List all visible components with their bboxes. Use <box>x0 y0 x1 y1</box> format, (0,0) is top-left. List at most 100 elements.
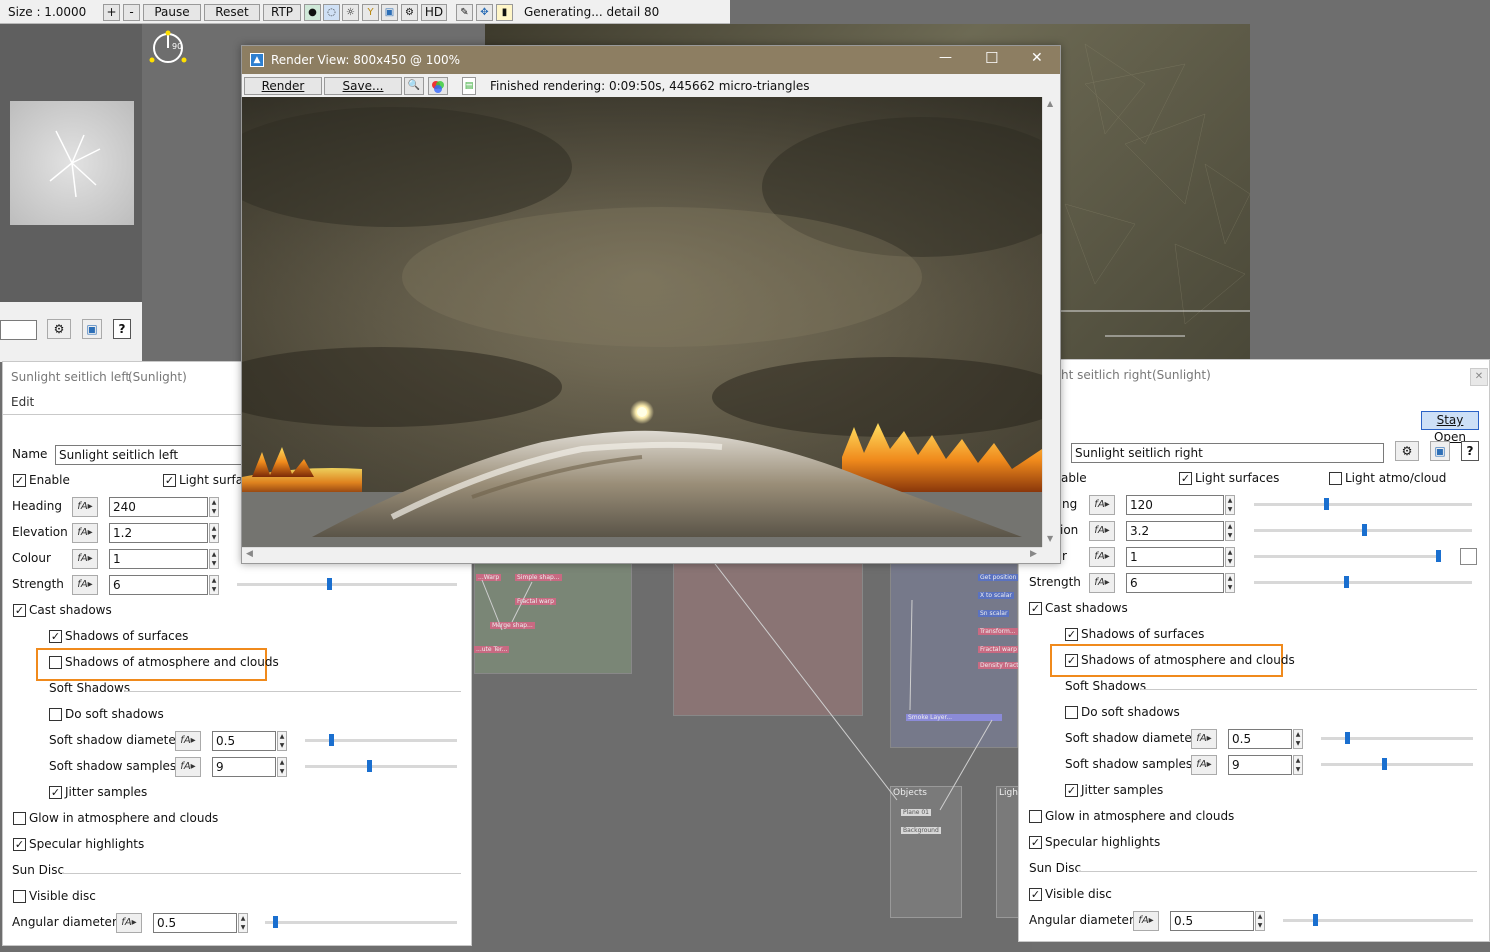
right-soft-samples-input[interactable]: 9 <box>1228 755 1292 775</box>
right-jitter-checkbox[interactable]: ✓ <box>1065 784 1078 797</box>
right-elevation-input[interactable]: 3.2 <box>1126 521 1224 541</box>
right-strength-input[interactable]: 6 <box>1126 573 1224 593</box>
colour-function-button[interactable]: fA▸ <box>72 549 98 569</box>
right-window-icon[interactable]: ▣ <box>1430 441 1450 461</box>
angular-diameter-slider-thumb[interactable] <box>272 916 278 928</box>
soft-samples-slider-thumb[interactable] <box>366 760 372 772</box>
gear-icon[interactable]: ⚙ <box>401 4 418 21</box>
compass-widget[interactable]: 90 <box>146 30 190 66</box>
right-soft-diameter-slider[interactable] <box>1321 737 1473 740</box>
horizontal-scrollbar[interactable]: ◀ ▶ <box>242 547 1042 563</box>
angular-function-button[interactable]: fA▸ <box>116 913 142 933</box>
glow-checkbox[interactable] <box>13 812 26 825</box>
colour-spinner[interactable]: ▲ ▼ <box>209 549 219 569</box>
sphere-view-icon[interactable]: ● <box>304 4 321 21</box>
right-colour-spinner[interactable]: ▲ ▼ <box>1225 547 1235 567</box>
soft-samples-input[interactable]: 9 <box>212 757 276 777</box>
right-gear-icon[interactable]: ⚙ <box>1395 441 1419 461</box>
right-soft-diameter-input[interactable]: 0.5 <box>1228 729 1292 749</box>
right-soft-diameter-function-button[interactable]: fA▸ <box>1191 729 1217 749</box>
pause-button[interactable]: Pause <box>143 4 201 21</box>
right-strength-slider-thumb[interactable] <box>1344 576 1349 588</box>
right-angular-diameter-input[interactable]: 0.5 <box>1170 911 1254 931</box>
stay-open-button[interactable]: Stay Open <box>1421 411 1479 444</box>
right-strength-spinner[interactable]: ▲ ▼ <box>1225 573 1235 593</box>
document-icon[interactable]: ▤ <box>462 77 476 95</box>
right-panel-close-icon[interactable]: ✕ <box>1470 368 1488 386</box>
specular-checkbox[interactable]: ✓ <box>13 838 26 851</box>
edit-menu[interactable]: Edit <box>11 395 34 409</box>
hd-button[interactable]: HD <box>421 4 447 21</box>
right-light-surfaces-checkbox[interactable]: ✓ <box>1179 472 1192 485</box>
right-strength-function-button[interactable]: fA▸ <box>1089 573 1115 593</box>
visible-disc-checkbox[interactable] <box>13 890 26 903</box>
heading-spinner[interactable]: ▲ ▼ <box>209 497 219 517</box>
do-soft-shadows-checkbox[interactable] <box>49 708 62 721</box>
right-soft-samples-slider-thumb[interactable] <box>1382 758 1387 770</box>
window-icon[interactable]: ▣ <box>381 4 398 21</box>
elevation-spinner[interactable]: ▲ ▼ <box>209 523 219 543</box>
right-elevation-spinner[interactable]: ▲ ▼ <box>1225 521 1235 541</box>
preview-window-icon[interactable]: ▣ <box>82 319 102 339</box>
minimize-icon[interactable]: — <box>939 50 952 65</box>
strength-slider-thumb[interactable] <box>327 578 333 590</box>
reset-button[interactable]: Reset <box>204 4 260 21</box>
right-elevation-slider-thumb[interactable] <box>1362 524 1367 536</box>
soft-samples-slider[interactable] <box>305 765 457 768</box>
right-soft-diameter-slider-thumb[interactable] <box>1345 732 1350 744</box>
vertical-scrollbar[interactable]: ▲ ▼ <box>1042 97 1059 547</box>
right-glow-checkbox[interactable] <box>1029 810 1042 823</box>
size-minus-button[interactable]: - <box>123 4 140 21</box>
colour-input[interactable]: 1 <box>109 549 208 569</box>
rtp-button[interactable]: RTP <box>263 4 301 21</box>
color-channels-icon[interactable] <box>428 77 448 95</box>
angular-diameter-slider[interactable] <box>265 921 457 924</box>
right-angular-diameter-spinner[interactable]: ▲ ▼ <box>1255 911 1265 931</box>
right-angular-diameter-slider[interactable] <box>1283 919 1473 922</box>
right-colour-function-button[interactable]: fA▸ <box>1089 547 1115 567</box>
right-heading-function-button[interactable]: fA▸ <box>1089 495 1115 515</box>
move-icon[interactable]: ✥ <box>476 4 493 21</box>
right-angular-function-button[interactable]: fA▸ <box>1133 911 1159 931</box>
enable-checkbox[interactable]: ✓ <box>13 474 26 487</box>
preview-gear-icon[interactable]: ⚙ <box>47 319 71 339</box>
right-visible-disc-checkbox[interactable]: ✓ <box>1029 888 1042 901</box>
right-colour-input[interactable]: 1 <box>1126 547 1224 567</box>
soft-diameter-spinner[interactable]: ▲ ▼ <box>277 731 287 751</box>
strength-slider[interactable] <box>237 583 457 586</box>
right-colour-slider-thumb[interactable] <box>1436 550 1441 562</box>
right-heading-spinner[interactable]: ▲ ▼ <box>1225 495 1235 515</box>
right-light-atmo-checkbox[interactable] <box>1329 472 1342 485</box>
right-strength-slider[interactable] <box>1254 581 1472 584</box>
soft-diameter-slider[interactable] <box>305 739 457 742</box>
heading-function-button[interactable]: fA▸ <box>72 497 98 517</box>
size-plus-button[interactable]: + <box>103 4 120 21</box>
angular-diameter-spinner[interactable]: ▲ ▼ <box>238 913 248 933</box>
preview-help-icon[interactable]: ? <box>113 319 131 339</box>
soft-diameter-input[interactable]: 0.5 <box>212 731 276 751</box>
soft-samples-function-button[interactable]: fA▸ <box>175 757 201 777</box>
jitter-checkbox[interactable]: ✓ <box>49 786 62 799</box>
name-field[interactable]: Sunlight seitlich left <box>55 445 242 465</box>
right-soft-diameter-spinner[interactable]: ▲ ▼ <box>1293 729 1303 749</box>
right-elevation-function-button[interactable]: fA▸ <box>1089 521 1115 541</box>
strength-input[interactable]: 6 <box>109 575 208 595</box>
right-heading-input[interactable]: 120 <box>1126 495 1224 515</box>
cast-shadows-checkbox[interactable]: ✓ <box>13 604 26 617</box>
right-shadows-surfaces-checkbox[interactable]: ✓ <box>1065 628 1078 641</box>
trophy-icon[interactable]: Y <box>362 4 379 21</box>
right-soft-samples-spinner[interactable]: ▲ ▼ <box>1293 755 1303 775</box>
strength-function-button[interactable]: fA▸ <box>72 575 98 595</box>
cloud-view-icon[interactable]: ◌ <box>323 4 340 21</box>
soft-diameter-slider-thumb[interactable] <box>328 734 334 746</box>
soft-samples-spinner[interactable]: ▲ ▼ <box>277 757 287 777</box>
heading-input[interactable]: 240 <box>109 497 208 517</box>
right-soft-samples-slider[interactable] <box>1321 763 1473 766</box>
shadows-surfaces-checkbox[interactable]: ✓ <box>49 630 62 643</box>
right-colour-swatch[interactable] <box>1460 548 1477 565</box>
sun-icon[interactable]: ☼ <box>342 4 359 21</box>
right-angular-diameter-slider-thumb[interactable] <box>1313 914 1318 926</box>
angular-diameter-input[interactable]: 0.5 <box>153 913 237 933</box>
close-icon[interactable]: ✕ <box>1031 50 1043 66</box>
light-surfaces-checkbox[interactable]: ✓ <box>163 474 176 487</box>
